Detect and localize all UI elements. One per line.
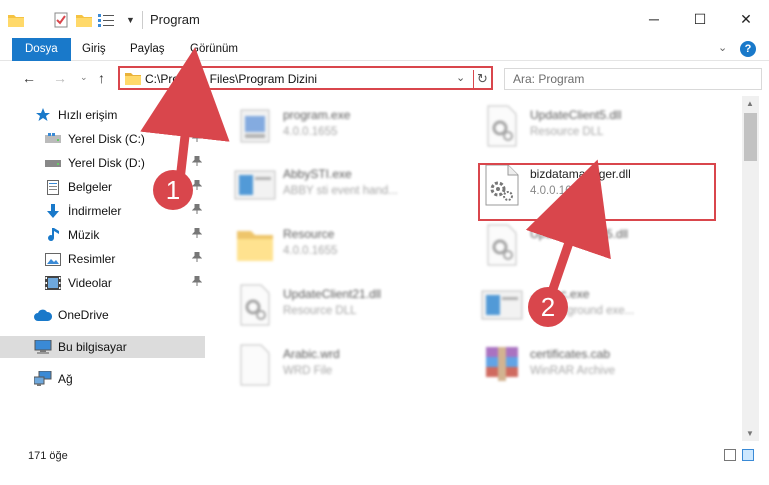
arrow-to-address-bar (140, 47, 230, 181)
step-2-badge: 2 (528, 287, 568, 327)
step-1-badge: 1 (153, 170, 193, 210)
arrow-to-target-file (525, 159, 611, 294)
tutorial-arrows (140, 47, 611, 294)
